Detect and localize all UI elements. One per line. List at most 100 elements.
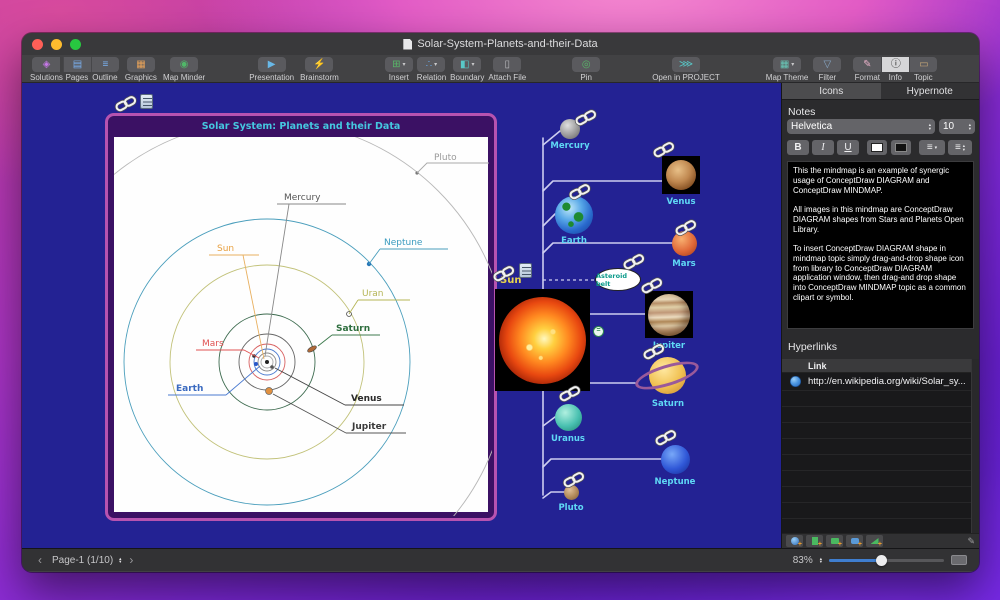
hypernote-icon[interactable] — [519, 263, 532, 278]
mindmap-canvas[interactable]: Solar System: Planets and their Data Plu… — [22, 83, 781, 548]
add-file-link-button[interactable]: + — [806, 535, 823, 548]
hyperlink-chain-icon[interactable] — [622, 253, 646, 270]
hyperlink-chain-icon[interactable] — [674, 219, 698, 236]
relation-marker-icon[interactable]: = — [593, 326, 604, 337]
titlebar: Solar-System-Planets-and-their-Data — [22, 33, 979, 55]
zoom-slider[interactable] — [829, 554, 944, 566]
hyperlink-url: http://en.wikipedia.org/wiki/Solar_sy... — [808, 376, 966, 387]
hyperlink-chain-icon[interactable] — [558, 385, 582, 402]
background-color-well[interactable] — [891, 140, 911, 155]
orbit-label-neptune: Neptune — [384, 238, 423, 248]
jupiter-node[interactable] — [645, 291, 693, 338]
toolbar-item-open-in-project[interactable]: ⋙ Open in PROJECT — [652, 57, 720, 82]
underline-button[interactable]: U — [837, 140, 859, 155]
hyperlink-chain-icon[interactable] — [640, 277, 664, 294]
hyperlink-chain-icon[interactable] — [492, 265, 516, 282]
earth-node[interactable] — [555, 196, 593, 234]
toolbar-item-presentation[interactable]: ▶ Presentation — [249, 57, 294, 82]
neptune-node[interactable] — [661, 445, 690, 474]
alignment-stepper-icon: ▴ ▾ — [962, 143, 966, 152]
chevron-down-icon: ▾ — [434, 61, 438, 68]
tab-icons[interactable]: Icons — [782, 83, 881, 99]
pin-icon: ◎ — [581, 58, 591, 70]
hyperlink-chain-icon[interactable] — [642, 343, 666, 360]
solutions-icon: ◈ — [42, 58, 51, 70]
open-in-project-icon: ⋙ — [678, 58, 694, 70]
attach-file-icon: ▯ — [504, 58, 511, 70]
toolbar-item-insert[interactable]: ⊞ ▾ Insert — [384, 57, 413, 82]
fit-to-screen-button[interactable] — [951, 555, 967, 565]
asteroid-belt-node[interactable]: Asteroid belt — [595, 268, 641, 291]
toolbar-item-topic[interactable]: ▭ Topic — [909, 57, 938, 82]
hyperlink-chain-icon[interactable] — [568, 183, 592, 200]
hyperlinks-scrollbar[interactable] — [971, 359, 979, 533]
main-topic-diagram[interactable]: Solar System: Planets and their Data Plu… — [105, 113, 497, 521]
font-size-select[interactable]: 10 ▴ ▾ — [939, 119, 975, 134]
hyperlink-chain-icon[interactable] — [574, 109, 598, 126]
sun-node[interactable] — [495, 289, 590, 391]
toolbar-item-pin[interactable]: ◎ Pin — [572, 57, 601, 82]
toolbar-item-attach-file[interactable]: ▯ Attach File — [488, 57, 526, 82]
add-url-link-button[interactable]: + — [786, 535, 803, 548]
solar-system-diagram: Pluto Mercury Neptune Sun Uran Saturn Ma… — [114, 137, 492, 516]
hyperlink-empty-row — [782, 407, 971, 423]
globe-icon — [790, 376, 801, 387]
italic-button[interactable]: I — [812, 140, 834, 155]
hyperlink-chain-icon[interactable] — [652, 141, 676, 158]
list-style-button[interactable]: ≡ ▾ — [919, 140, 945, 155]
zoom-slider-thumb[interactable] — [875, 554, 887, 566]
font-size-stepper-icon: ▴ ▾ — [968, 122, 971, 131]
close-window-button[interactable] — [32, 38, 43, 50]
hyperlink-empty-row — [782, 503, 971, 519]
hyperlink-chain-icon[interactable] — [114, 95, 138, 112]
zoom-level: 83% — [792, 554, 813, 566]
tab-hypernote[interactable]: Hypernote — [880, 83, 979, 99]
zoom-stepper-icon[interactable]: ▴ ▾ — [820, 556, 822, 564]
edit-pencil-icon[interactable]: ✎ — [967, 536, 975, 547]
hyperlink-row[interactable]: http://en.wikipedia.org/wiki/Solar_sy... — [782, 373, 971, 391]
document-icon — [403, 38, 413, 50]
toolbar-group-inspector: ✎ Format ⓘ Info ▭ Topic — [853, 57, 938, 82]
hypernote-icon[interactable] — [140, 94, 153, 109]
toolbar-item-outline[interactable]: ≡ Outline — [90, 57, 119, 82]
toolbar-item-boundary[interactable]: ◧ ▾ Boundary — [450, 57, 484, 82]
hyperlink-chain-icon[interactable] — [654, 429, 678, 446]
toolbar-item-map-minder[interactable]: ◉ Map Minder — [163, 57, 205, 82]
hyperlinks-table: Link http://en.wikipedia.org/wiki/Solar_… — [782, 359, 979, 533]
bold-button[interactable]: B — [787, 140, 809, 155]
mercury-label: Mercury — [550, 141, 590, 151]
chevron-down-icon: ▾ — [934, 144, 938, 151]
toolbar-item-map-theme[interactable]: ▦ ▾ Map Theme — [766, 57, 808, 82]
toolbar-item-format[interactable]: ✎ Format — [853, 57, 882, 82]
alignment-button[interactable]: ≡ ▴ ▾ — [948, 140, 972, 155]
text-color-well[interactable] — [867, 140, 887, 155]
uranus-node[interactable] — [555, 404, 582, 431]
toolbar-item-info[interactable]: ⓘ Info — [881, 57, 910, 82]
page-stepper-icon[interactable]: ▴ ▾ — [119, 556, 121, 564]
venus-node[interactable] — [662, 156, 700, 194]
minimize-window-button[interactable] — [51, 38, 62, 50]
toolbar-item-pages[interactable]: ▤ Pages — [62, 57, 91, 82]
next-page-button[interactable]: › — [125, 553, 137, 567]
toolbar-item-graphics[interactable]: ▦ Graphics — [125, 57, 157, 82]
asteroid-belt-label: Asteroid belt — [596, 271, 627, 288]
toolbar-item-filter[interactable]: ▽ Filter — [813, 57, 842, 82]
hypernote-text-area[interactable]: This the mindmap is an example of synerg… — [787, 161, 974, 329]
add-topic-link-button[interactable]: + — [846, 535, 863, 548]
hyperlink-empty-row — [782, 391, 971, 407]
add-folder-link-button[interactable]: + — [826, 535, 843, 548]
orbit-label-sun: Sun — [217, 244, 234, 254]
toolbar: ◈ Solutions ▤ Pages ≡ Outline ▦ Graphics… — [22, 55, 979, 83]
previous-page-button[interactable]: ‹ — [34, 553, 46, 567]
toolbar-item-relation[interactable]: ∴ ▾ Relation — [417, 57, 446, 82]
zoom-window-button[interactable] — [70, 38, 81, 50]
pluto-label: Pluto — [558, 503, 584, 513]
saturn-node[interactable] — [632, 354, 703, 398]
add-branch-link-button[interactable]: + — [866, 535, 883, 548]
font-select[interactable]: Helvetica ▴ ▾ — [787, 119, 935, 134]
toolbar-item-solutions[interactable]: ◈ Solutions — [30, 57, 63, 82]
toolbar-item-brainstorm[interactable]: ⚡ Brainstorm — [300, 57, 339, 82]
hyperlink-chain-icon[interactable] — [562, 471, 586, 488]
chevron-down-icon: ▾ — [791, 61, 795, 68]
hyperlink-empty-row — [782, 439, 971, 455]
